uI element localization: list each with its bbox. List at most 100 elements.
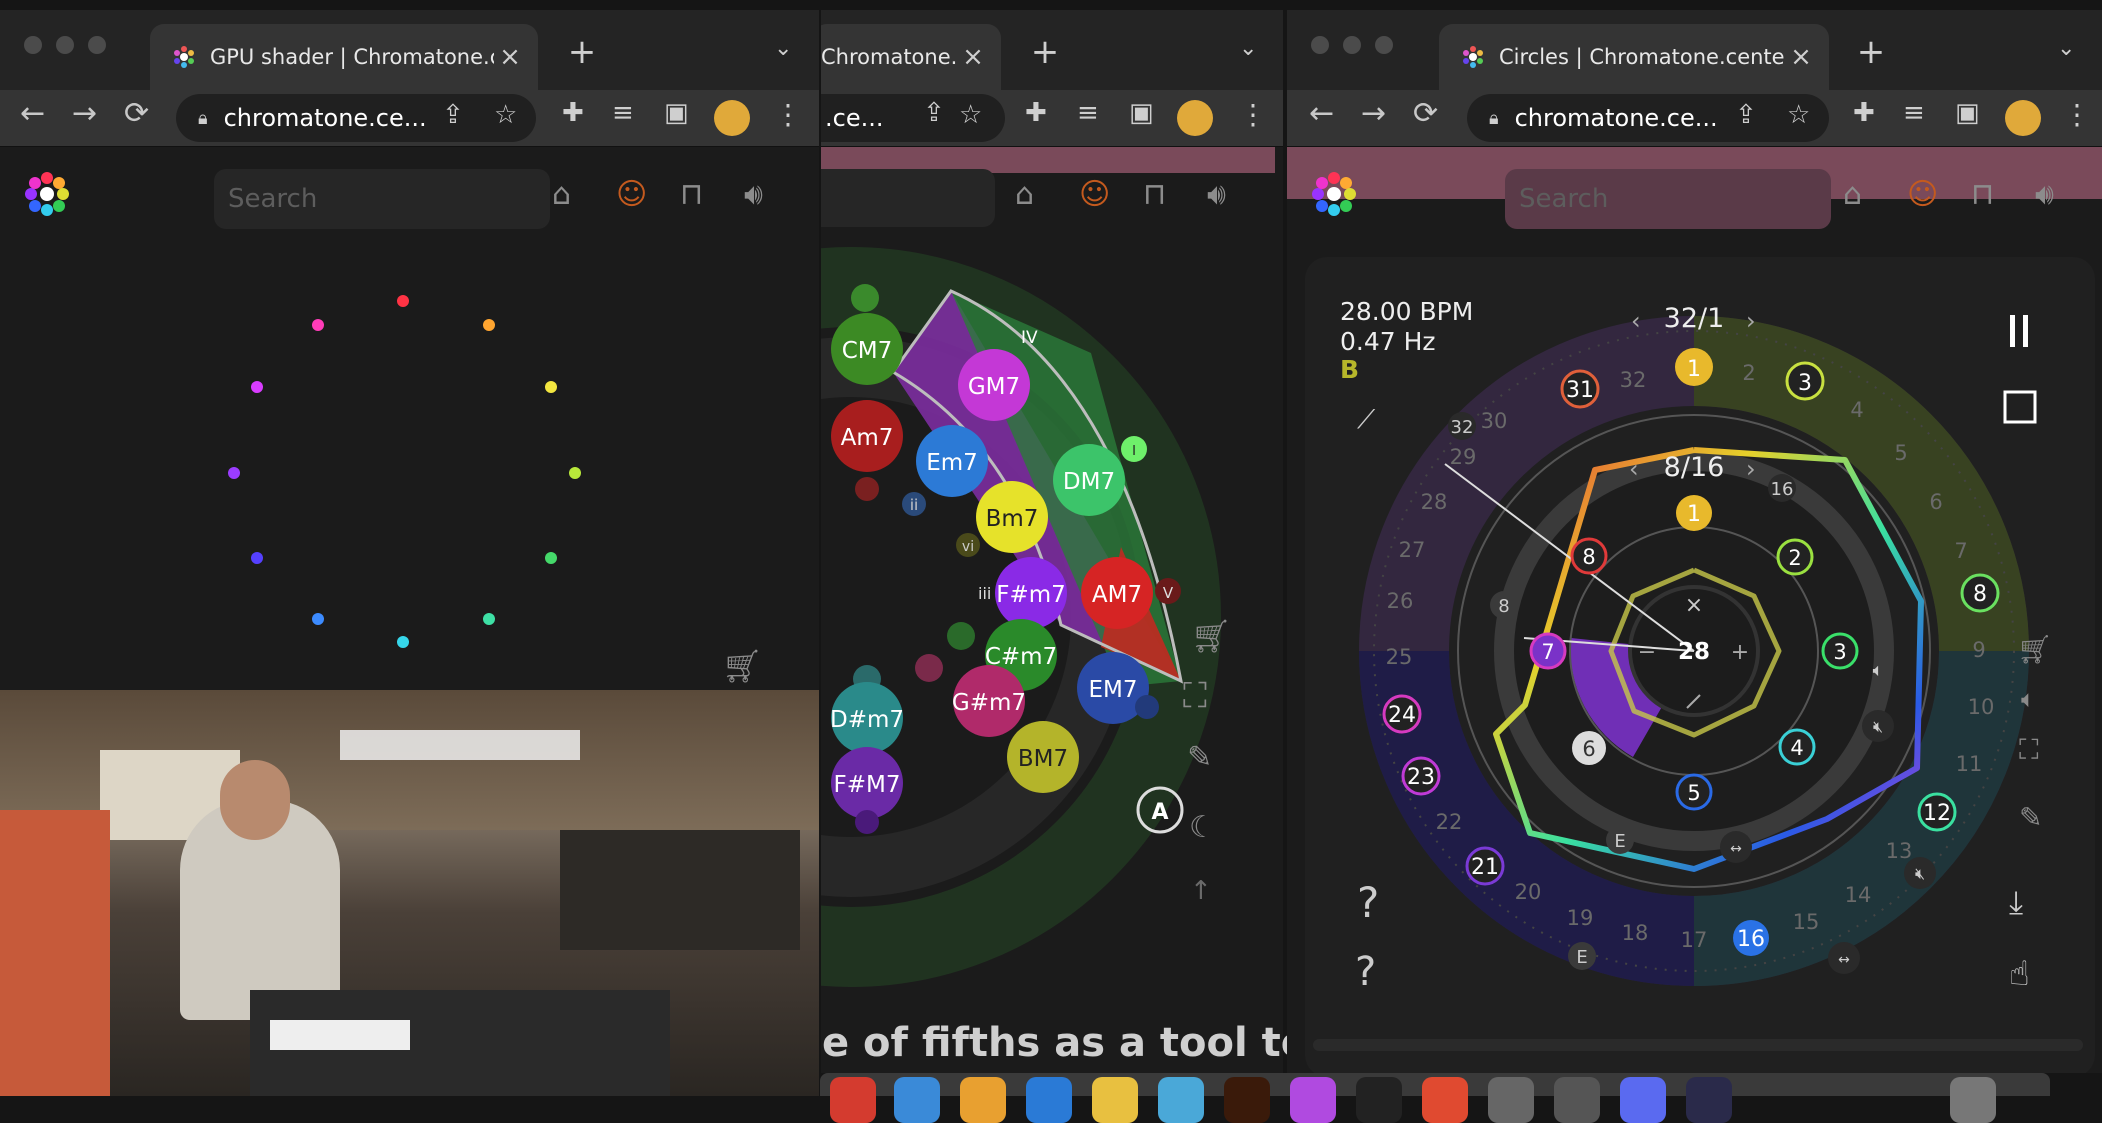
profile-avatar[interactable] [714, 100, 750, 136]
side-panel-icon[interactable]: ▣ [664, 98, 689, 128]
notes-app-icon[interactable] [1092, 1077, 1138, 1123]
window-controls[interactable] [1311, 36, 1393, 54]
tab-gpu-shader[interactable]: GPU shader | Chromatone.center × [150, 24, 538, 90]
address-bar[interactable]: 🔒︎ chromatone.ce... ⇪ ☆ [1467, 94, 1829, 142]
scroll-top-icon[interactable]: ↑ [1190, 876, 1212, 906]
tab-search-chevron-icon[interactable]: ⌄ [774, 36, 792, 61]
share-icon[interactable]: ⇪ [1735, 100, 1757, 130]
share-icon[interactable]: ⇪ [923, 98, 945, 128]
zoom-light[interactable] [88, 36, 106, 54]
obs-app-icon[interactable] [1686, 1077, 1732, 1123]
vscode-app-icon[interactable] [1026, 1077, 1072, 1123]
bookmark-star-icon[interactable]: ☆ [959, 100, 982, 130]
center-tempo-value[interactable]: 28 [1678, 639, 1710, 665]
close-tab-icon[interactable]: × [957, 42, 989, 72]
tab-search-chevron-icon[interactable]: ⌄ [1239, 36, 1257, 61]
inner-meter[interactable]: 8/16 [1664, 452, 1725, 483]
minimize-light[interactable] [56, 36, 74, 54]
svg-text:16: 16 [1771, 479, 1794, 500]
figma-app-icon[interactable] [1290, 1077, 1336, 1123]
photos-app-icon[interactable] [960, 1077, 1006, 1123]
close-tab-icon[interactable]: × [494, 42, 526, 72]
new-tab-button[interactable]: + [1851, 32, 1891, 72]
pencil-icon[interactable]: ✎ [1187, 740, 1212, 775]
back-icon[interactable]: ← [1309, 96, 1334, 131]
center-close-icon[interactable]: × [1685, 593, 1703, 618]
window-controls[interactable] [24, 36, 106, 54]
menu-kebab-icon[interactable]: ⋮ [1239, 98, 1267, 131]
inner-meter-prev-icon[interactable]: ‹ [1629, 455, 1639, 483]
outer-meter[interactable]: 32/1 [1664, 303, 1725, 334]
side-panel-icon[interactable]: ▣ [1955, 98, 1980, 128]
moon-icon[interactable]: ☾ [1189, 810, 1216, 845]
reload-icon[interactable]: ⟳ [1413, 96, 1438, 131]
cart-icon[interactable]: 🛒︎ [2017, 633, 2053, 666]
tab-search-chevron-icon[interactable]: ⌄ [2057, 36, 2075, 61]
bottom-scrollbar[interactable] [1313, 1039, 2083, 1051]
hearing-icon[interactable]: ? [1355, 949, 1376, 995]
terminal-app-icon[interactable] [1356, 1077, 1402, 1123]
touch-icon[interactable]: ☝ [2009, 954, 2030, 994]
inner-meter-next-icon[interactable]: › [1746, 455, 1756, 483]
forward-icon[interactable]: → [72, 96, 97, 131]
pencil-icon[interactable]: ✎ [2019, 801, 2042, 834]
cart-icon[interactable]: 🛒︎ [1191, 617, 1232, 655]
address-bar[interactable]: .ce... ☆ [821, 94, 1005, 142]
fullscreen-icon[interactable]: ⛶ [1183, 676, 1207, 716]
help-icon[interactable]: ? [1357, 878, 1379, 927]
preview-app-icon[interactable] [1158, 1077, 1204, 1123]
bookmark-star-icon[interactable]: ☆ [1787, 100, 1810, 130]
close-tab-icon[interactable]: × [1785, 42, 1817, 72]
svg-text:4: 4 [1850, 398, 1863, 422]
new-tab-button[interactable]: + [562, 32, 602, 72]
svg-text:31: 31 [1566, 378, 1594, 403]
address-bar[interactable]: 🔒︎ chromatone.ce... ⇪ ☆ [176, 94, 536, 142]
cart-icon[interactable]: 🛒︎ [722, 647, 763, 685]
extensions-icon[interactable]: ✚ [562, 98, 584, 128]
profile-avatar[interactable] [1177, 100, 1213, 136]
back-icon[interactable]: ← [20, 96, 45, 131]
close-light[interactable] [1311, 36, 1329, 54]
screenshot-app-icon[interactable] [1554, 1077, 1600, 1123]
compass-app-icon[interactable] [1488, 1077, 1534, 1123]
minimize-light[interactable] [1343, 36, 1361, 54]
side-panel-icon[interactable]: ▣ [1129, 98, 1154, 128]
ableton-app-icon[interactable] [1422, 1077, 1468, 1123]
profile-avatar[interactable] [2005, 100, 2041, 136]
center-minus-icon[interactable]: − [1638, 640, 1656, 665]
svg-text:↔: ↔ [1730, 841, 1742, 857]
reading-list-icon[interactable]: ≡ [1077, 98, 1099, 128]
finder-app-icon[interactable] [894, 1077, 940, 1123]
illustrator-app-icon[interactable] [1224, 1077, 1270, 1123]
outer-meter-prev-icon[interactable]: ‹ [1631, 307, 1641, 335]
stop-icon[interactable] [2003, 390, 2037, 424]
outer-meter-next-icon[interactable]: › [1746, 307, 1756, 335]
volume-icon[interactable]: 🔈︎ [2021, 685, 2035, 713]
download-icon[interactable]: ⤓ [2009, 883, 2023, 921]
bookmark-star-icon[interactable]: ☆ [494, 100, 517, 130]
reading-list-icon[interactable]: ≡ [612, 98, 634, 128]
center-plus-icon[interactable]: + [1731, 640, 1749, 665]
share-icon[interactable]: ⇪ [442, 100, 464, 130]
pause-bar-2[interactable] [2023, 315, 2028, 347]
zoom-light[interactable] [1375, 36, 1393, 54]
reading-list-icon[interactable]: ≡ [1903, 98, 1925, 128]
trash-app-icon[interactable] [1950, 1077, 1996, 1123]
tab-circles[interactable]: Circles | Chromatone.center × [1439, 24, 1829, 90]
fullscreen-icon[interactable]: ⛶ [2019, 733, 2039, 766]
chrome-app-icon[interactable] [830, 1077, 876, 1123]
slope-icon[interactable]: ⟋ [1357, 405, 1376, 435]
pause-bar-1[interactable] [2010, 315, 2015, 347]
reload-icon[interactable]: ⟳ [124, 96, 149, 131]
menu-kebab-icon[interactable]: ⋮ [2063, 98, 2091, 131]
forward-icon[interactable]: → [1361, 96, 1386, 131]
extensions-icon[interactable]: ✚ [1025, 98, 1047, 128]
tab-chromatone[interactable]: Chromatone.ce × [821, 24, 1001, 90]
new-tab-button[interactable]: + [1025, 32, 1065, 72]
discord-app-icon[interactable] [1620, 1077, 1666, 1123]
volume-inner-icon[interactable]: 🔈︎ [1873, 660, 1884, 681]
extensions-icon[interactable]: ✚ [1853, 98, 1875, 128]
close-light[interactable] [24, 36, 42, 54]
menu-kebab-icon[interactable]: ⋮ [774, 98, 802, 131]
svg-text:D#m7: D#m7 [830, 707, 904, 733]
